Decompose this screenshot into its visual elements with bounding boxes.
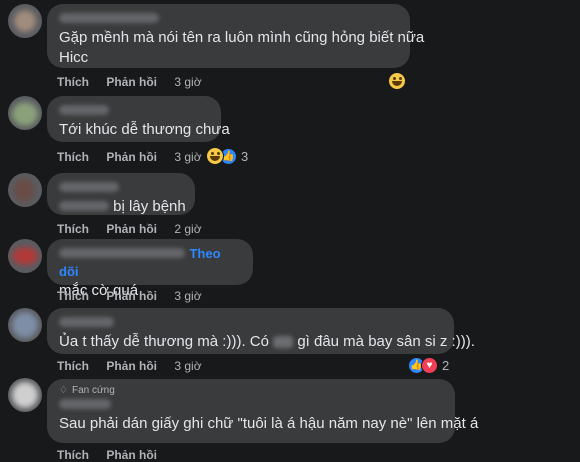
- like-button[interactable]: Thích: [57, 222, 89, 236]
- comment-text: bị lây bệnh: [59, 197, 186, 217]
- comment-bubble: Gặp mềnh mà nói tên ra luôn mình cũng hỏ…: [47, 4, 425, 68]
- reply-button[interactable]: Phản hồi: [106, 448, 157, 462]
- timestamp[interactable]: 3 giờ: [174, 150, 201, 164]
- author-name[interactable]: Theo dõi: [59, 245, 241, 281]
- like-button[interactable]: Thích: [57, 359, 89, 373]
- comment-actions: Thích Phản hồi 3 giờ: [57, 150, 216, 164]
- comment-bubble: Theo dõi mắc cờ quá: [47, 239, 253, 299]
- comment-actions: Thích Phản hồi 3 giờ: [57, 359, 216, 373]
- reaction-count: 3: [241, 148, 249, 164]
- avatar[interactable]: [8, 173, 42, 207]
- avatar[interactable]: [8, 239, 42, 273]
- comment-bubble: Ủa t thấy dễ thương mà :))). Có gì đâu m…: [47, 308, 475, 354]
- author-name[interactable]: [59, 396, 443, 414]
- comment-text: Hicc: [59, 49, 89, 66]
- like-button[interactable]: Thích: [57, 448, 89, 462]
- comment-text: Sau phải dán giấy ghi chữ "tuôi là á hậu…: [59, 415, 479, 432]
- comment-text: Gặp mềnh mà nói tên ra luôn mình cũng hỏ…: [59, 29, 425, 46]
- comment-bubble: ♢ Fan cứng Sau phải dán giấy ghi chữ "tu…: [47, 379, 479, 443]
- author-name[interactable]: [59, 102, 209, 120]
- comment-text-body: bị lây bệnh: [113, 198, 186, 215]
- reply-button[interactable]: Phản hồi: [106, 222, 157, 236]
- timestamp[interactable]: 3 giờ: [174, 75, 201, 89]
- haha-emoji-icon: [388, 72, 406, 90]
- reply-button[interactable]: Phản hồi: [106, 75, 157, 89]
- comment-text-part: gì đâu mà bay sân si z :))).: [297, 333, 475, 350]
- avatar[interactable]: [8, 4, 42, 38]
- reply-button[interactable]: Phản hồi: [106, 359, 157, 373]
- reactions[interactable]: 👍 ♥ 2: [408, 357, 449, 374]
- reply-button[interactable]: Phản hồi: [106, 289, 157, 303]
- timestamp[interactable]: 2 giờ: [174, 222, 201, 236]
- fan-badge-icon: ♢: [59, 385, 68, 396]
- like-button[interactable]: Thích: [57, 289, 89, 303]
- avatar[interactable]: [8, 96, 42, 130]
- like-button[interactable]: Thích: [57, 75, 89, 89]
- timestamp[interactable]: 3 giờ: [174, 289, 201, 303]
- timestamp[interactable]: 3 giờ: [174, 359, 201, 373]
- comment-actions: Thích Phản hồi 3 giờ: [57, 75, 216, 89]
- comment-text-part: Ủa t thấy dễ thương mà :))). Có: [59, 333, 269, 350]
- comment-text: Tới khúc dễ thương chưa: [59, 121, 230, 138]
- reactions[interactable]: [388, 72, 406, 90]
- comment-actions: Thích Phản hồi 3 giờ: [57, 289, 216, 303]
- comment-bubble: bị lây bệnh: [47, 173, 195, 215]
- comment-actions: Thích Phản hồi: [57, 448, 171, 462]
- comment-bubble: Tới khúc dễ thương chưa: [47, 96, 230, 142]
- censored-word: [273, 336, 294, 349]
- mention-tag[interactable]: [59, 201, 109, 211]
- author-name[interactable]: [59, 314, 442, 332]
- comment-text: Ủa t thấy dễ thương mà :))). Có gì đâu m…: [59, 332, 475, 352]
- fan-badge-label: Fan cứng: [71, 385, 115, 396]
- reactions[interactable]: 👍 3: [206, 147, 248, 165]
- like-button[interactable]: Thích: [57, 150, 89, 164]
- author-name[interactable]: [59, 179, 183, 197]
- reaction-count: 2: [442, 358, 450, 373]
- avatar[interactable]: [8, 308, 42, 342]
- avatar[interactable]: [8, 378, 42, 412]
- author-name[interactable]: [59, 10, 398, 28]
- reply-button[interactable]: Phản hồi: [106, 150, 157, 164]
- love-reaction-icon: ♥: [421, 357, 438, 374]
- fan-badge: ♢ Fan cứng: [59, 385, 443, 396]
- comment-actions: Thích Phản hồi 2 giờ: [57, 222, 216, 236]
- haha-emoji-icon: [206, 147, 224, 165]
